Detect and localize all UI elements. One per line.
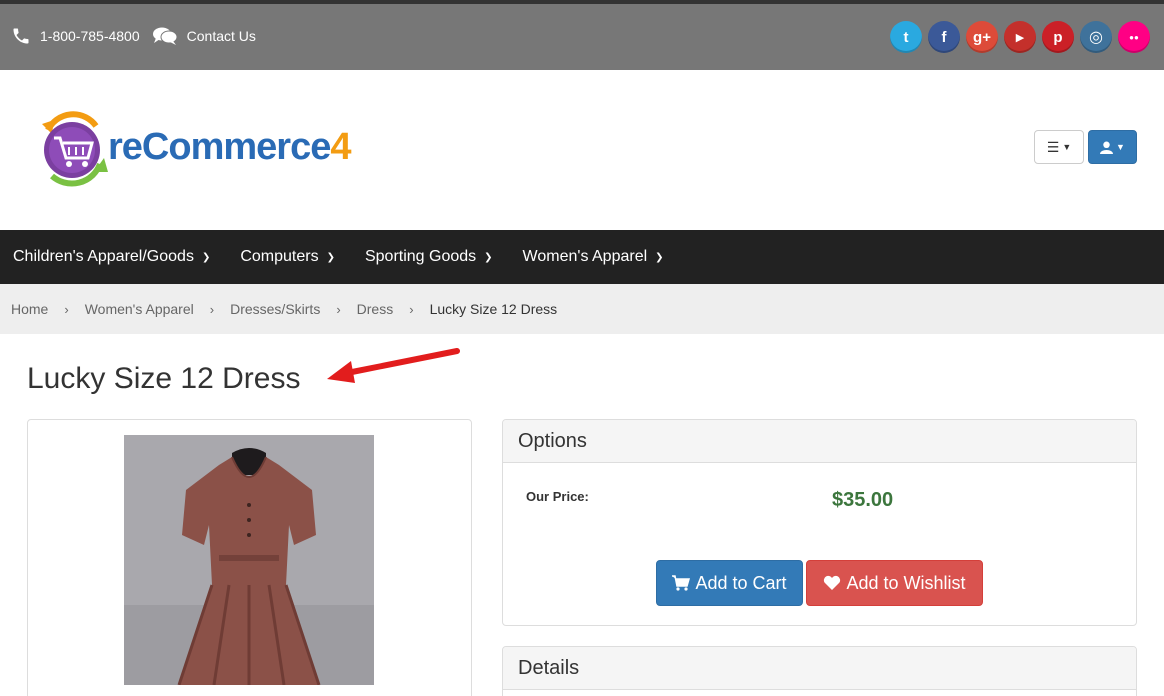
add-to-wishlist-button[interactable]: Add to Wishlist: [806, 560, 983, 606]
youtube-icon[interactable]: ▶: [1004, 21, 1036, 53]
menu-dropdown-button[interactable]: ☰ ▼: [1034, 130, 1084, 164]
options-heading: Options: [503, 420, 1136, 463]
social-links: t f g+ ▶ p ◎ ●●: [884, 21, 1150, 53]
twitter-icon[interactable]: t: [890, 21, 922, 53]
logo-text: reCommerce4: [108, 126, 351, 169]
add-to-cart-button[interactable]: Add to Cart: [656, 560, 803, 606]
heart-icon: [824, 575, 841, 590]
nav-item-sporting-goods[interactable]: Sporting Goods ❯: [365, 248, 493, 266]
nav-item-childrens-apparel[interactable]: Children's Apparel/Goods ❯: [13, 248, 210, 266]
add-to-cart-label: Add to Cart: [695, 572, 787, 593]
chat-icon: [152, 27, 178, 45]
flickr-icon[interactable]: ●●: [1118, 21, 1150, 53]
add-to-wishlist-label: Add to Wishlist: [846, 572, 966, 593]
chevron-right-icon: ›: [409, 301, 414, 317]
user-icon: [1100, 141, 1114, 154]
phone-number: 1-800-785-4800: [40, 28, 140, 44]
contact-info: 1-800-785-4800 Contact Us: [11, 26, 268, 46]
caret-down-icon: ▼: [1116, 142, 1125, 152]
instagram-icon[interactable]: ◎: [1080, 21, 1112, 53]
chevron-right-icon: ›: [209, 301, 215, 317]
phone-link[interactable]: 1-800-785-4800: [11, 26, 140, 46]
nav-item-label: Women's Apparel: [522, 248, 648, 265]
red-arrow-annotation: [327, 348, 460, 383]
cart-icon: [672, 575, 691, 591]
hamburger-icon: ☰: [1046, 138, 1060, 155]
breadcrumb-home[interactable]: Home: [11, 301, 48, 317]
chevron-right-icon: ›: [336, 301, 341, 317]
chevron-down-icon: ❯: [655, 251, 664, 263]
chevron-down-icon: ❯: [201, 251, 211, 263]
logo-text-4: 4: [330, 126, 351, 168]
nav-item-label: Children's Apparel/Goods: [13, 248, 194, 265]
price-value: $35.00: [832, 489, 894, 511]
breadcrumb: Home › Women's Apparel › Dresses/Skirts …: [0, 284, 1164, 334]
nav-item-computers[interactable]: Computers ❯: [240, 248, 335, 266]
price-label: Our Price:: [526, 489, 589, 504]
logo-text-commerce: Commerce: [141, 126, 331, 168]
chevron-right-icon: ›: [64, 301, 69, 317]
google-plus-icon[interactable]: g+: [966, 21, 998, 53]
top-bar: 1-800-785-4800 Contact Us t f g+ ▶ p ◎ ●…: [0, 0, 1164, 70]
site-header: reCommerce4 ☰ ▼ ▼: [0, 70, 1164, 230]
user-dropdown-button[interactable]: ▼: [1088, 130, 1137, 164]
breadcrumb-current: Lucky Size 12 Dress: [429, 301, 558, 317]
contact-us-label: Contact Us: [186, 28, 256, 44]
chevron-down-icon: ❯: [326, 251, 335, 263]
chevron-down-icon: ❯: [484, 251, 493, 263]
product-image[interactable]: [124, 435, 374, 685]
logo-text-re: re: [108, 126, 143, 168]
breadcrumb-womens-apparel[interactable]: Women's Apparel: [85, 301, 194, 317]
nav-item-label: Computers: [240, 248, 319, 265]
breadcrumb-dresses-skirts[interactable]: Dresses/Skirts: [230, 301, 320, 317]
main-nav: Children's Apparel/Goods ❯ Computers ❯ Spo…: [0, 230, 1164, 284]
breadcrumb-dress[interactable]: Dress: [357, 301, 394, 317]
caret-down-icon: ▼: [1062, 142, 1072, 152]
details-heading: Details: [503, 647, 1136, 690]
cart-logo-icon: [42, 111, 108, 187]
page-title: Lucky Size 12 Dress: [27, 362, 301, 395]
pinterest-icon[interactable]: p: [1042, 21, 1074, 53]
nav-item-womens-apparel[interactable]: Women's Apparel ❯: [523, 248, 664, 266]
details-panel: Details: [502, 646, 1137, 696]
facebook-icon[interactable]: f: [928, 21, 960, 53]
site-logo[interactable]: reCommerce4: [38, 110, 351, 190]
options-panel: Options Our Price: $35.00 Add to Cart Ad…: [502, 419, 1137, 626]
product-image-panel: [27, 419, 472, 696]
phone-icon: [13, 28, 29, 44]
nav-item-label: Sporting Goods: [364, 248, 477, 265]
contact-us-link[interactable]: Contact Us: [152, 26, 256, 46]
